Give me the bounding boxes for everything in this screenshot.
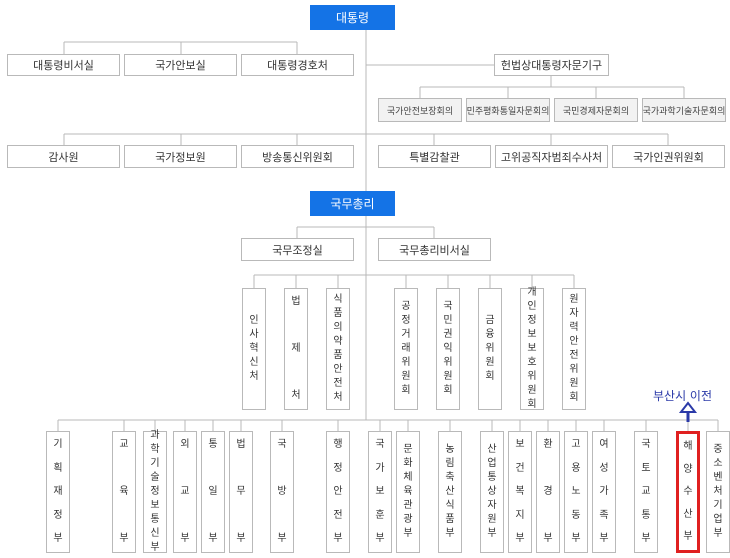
independent-agency-box: 국가정보원 [124,145,237,168]
ministry-box: 산업통상자원부 [480,431,504,553]
office-box: 대통령경호처 [241,54,354,76]
ministry-box: 여성가족부 [592,431,616,553]
office-box: 국가안보실 [124,54,237,76]
ministry-box: 보건복지부 [508,431,532,553]
ministry-box: 중소벤처기업부 [706,431,730,553]
pm-office-box: 국무총리비서실 [378,238,491,261]
ministry-box-highlighted: 해양수산부 [676,431,700,553]
ministry-box: 기획재정부 [46,431,70,553]
ministry-box: 통일부 [201,431,225,553]
ministry-box: 교육부 [112,431,136,553]
advisory-member-box: 민주평화통일자문회의 [466,98,550,122]
ministry-box: 과학기술정보통신부 [143,430,167,553]
advisory-member-box: 국민경제자문회의 [554,98,638,122]
independent-agency-box: 국가인권위원회 [612,145,725,168]
independent-agency-box: 방송통신위원회 [241,145,354,168]
ministry-box: 법무부 [229,431,253,553]
ministry-box: 고용노동부 [564,431,588,553]
ministry-box: 국방부 [270,431,294,553]
pm-agency-box: 법제처 [284,288,308,410]
ministry-box: 환경부 [536,431,560,553]
up-arrow-icon [678,401,698,413]
commission-box: 공정거래위원회 [394,288,418,410]
connector-lines [57,30,719,431]
advisory-group-box: 헌법상대통령자문기구 [494,54,609,76]
ministry-box: 외교부 [173,431,197,553]
ministry-box: 국가보훈부 [368,431,392,553]
pm-agency-box: 식품의약품안전처 [326,288,350,410]
advisory-member-box: 국가안전보장회의 [378,98,462,122]
relocation-note: 부산시 이전 [653,389,713,403]
ministry-box: 문화체육관광부 [396,431,420,553]
president-box: 대통령 [310,5,395,30]
independent-agency-box: 고위공직자범죄수사처 [495,145,608,168]
ministry-box: 농림축산식품부 [438,431,462,553]
independent-agency-box: 감사원 [7,145,120,168]
commission-box: 원자력안전위원회 [562,288,586,410]
ministry-box: 국토교통부 [634,431,658,553]
independent-agency-box: 특별감찰관 [378,145,491,168]
org-chart: 대통령 대통령비서실 국가안보실 대통령경호처 헌법상대통령자문기구 국가안전보… [0,0,730,558]
prime-minister-box: 국무총리 [310,191,395,216]
pm-office-box: 국무조정실 [241,238,354,261]
office-box: 대통령비서실 [7,54,120,76]
ministry-box: 행정안전부 [326,431,350,553]
pm-agency-box: 인사혁신처 [242,288,266,410]
advisory-member-box: 국가과학기술자문회의 [642,98,726,122]
commission-box: 국민권익위원회 [436,288,460,410]
commission-box: 개인정보보호위원회 [520,287,544,410]
commission-box: 금융위원회 [478,288,502,410]
